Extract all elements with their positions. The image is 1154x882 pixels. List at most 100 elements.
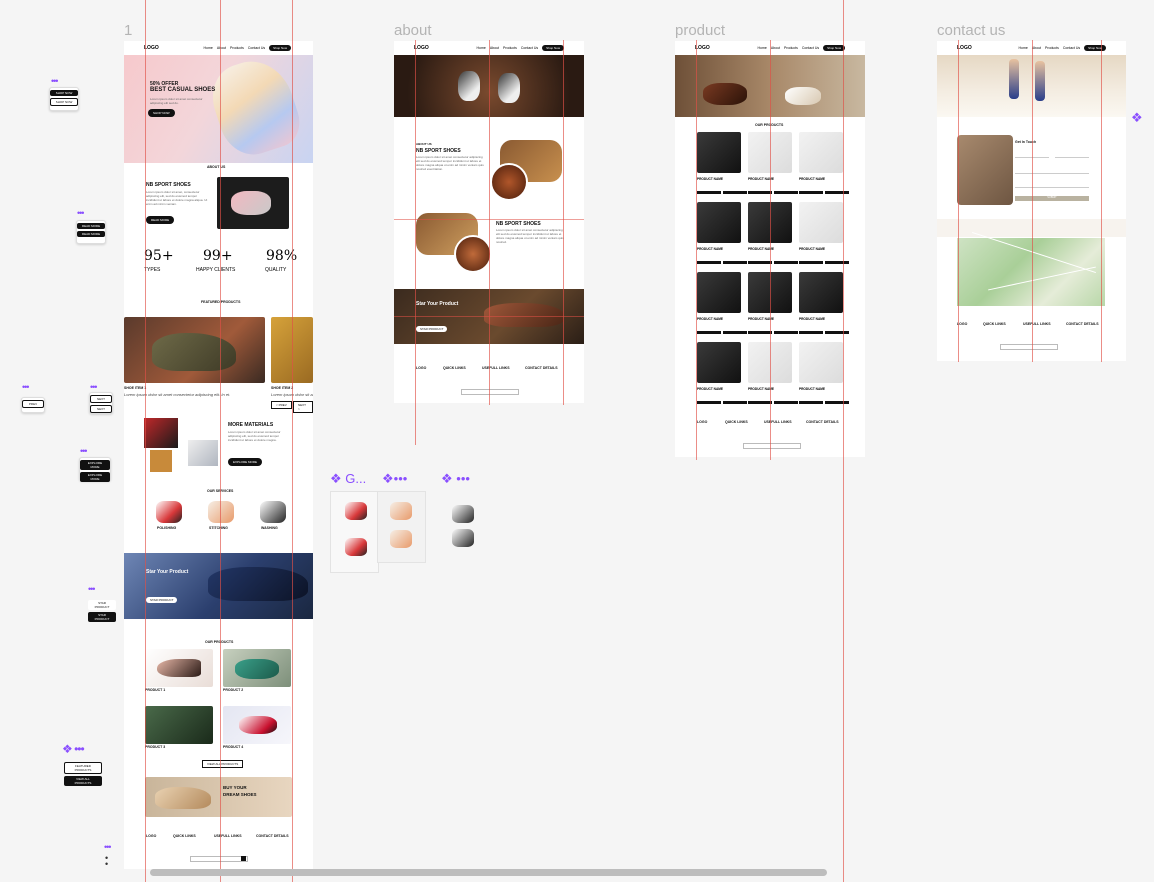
add-to-cart-button[interactable]: [697, 191, 721, 194]
component-explore-alt[interactable]: EXPLORE MORE: [80, 472, 110, 482]
add-to-cart-button[interactable]: [748, 331, 772, 334]
home-frame[interactable]: LOGO Home About Products Contact Us Shop…: [124, 41, 313, 869]
component-next-btn[interactable]: NEXT: [90, 395, 112, 403]
add-to-cart-button[interactable]: [697, 401, 721, 404]
product-card-buttons[interactable]: [748, 261, 798, 264]
add-to-cart-button[interactable]: [748, 191, 772, 194]
contact-nav-link-about[interactable]: About: [1032, 46, 1041, 50]
frame-label-contact[interactable]: contact us: [937, 22, 1005, 39]
component-star-product[interactable]: STAR PRODUCT STAR PRODUCT: [88, 598, 116, 624]
product-footer-newsletter[interactable]: [743, 443, 801, 449]
component-group-icon[interactable]: ❖•••: [382, 471, 407, 487]
about-nav-cta[interactable]: Shop Now: [542, 45, 564, 51]
add-to-cart-button[interactable]: [748, 401, 772, 404]
contact-map[interactable]: [957, 231, 1105, 306]
nav-cta-button[interactable]: Shop Now: [269, 45, 291, 51]
buy-now-button[interactable]: [723, 191, 747, 194]
product-card-image[interactable]: [697, 272, 741, 313]
product-card-image[interactable]: [697, 202, 741, 243]
component-explore[interactable]: EXPLORE MORE EXPLORE MORE: [79, 457, 111, 482]
nav-link-contact[interactable]: Contact Us: [248, 46, 265, 50]
product-card-buttons[interactable]: [697, 331, 747, 334]
product-nav-link-about[interactable]: About: [771, 46, 780, 50]
component-handle-icon[interactable]: •••: [77, 208, 85, 218]
component-diamond-icon[interactable]: ❖ •••: [62, 742, 85, 756]
featured-prev-button[interactable]: < PREV: [271, 401, 292, 409]
read-more-button[interactable]: READ MORE: [146, 216, 175, 224]
about-footer-logo[interactable]: LOGO: [416, 366, 426, 370]
component-view-all[interactable]: FEATURED PRODUCTS VIEW ALL PRODUCTS: [64, 760, 102, 788]
frame-label-about[interactable]: about: [394, 22, 432, 39]
nav-link-products[interactable]: Products: [230, 46, 244, 50]
component-handle-icon[interactable]: •••: [104, 842, 112, 852]
component-view-all-btn[interactable]: VIEW ALL PRODUCTS: [64, 776, 102, 786]
footer-logo[interactable]: LOGO: [146, 834, 156, 838]
product-card-buttons[interactable]: [748, 331, 798, 334]
add-to-cart-button[interactable]: [748, 261, 772, 264]
component-shop-now[interactable]: SHOP NOW SHOP NOW: [49, 87, 79, 111]
buy-now-button[interactable]: [825, 401, 849, 404]
add-to-cart-button[interactable]: [799, 261, 823, 264]
vertical-dots-icon[interactable]: • •: [105, 854, 108, 869]
component-handle-icon[interactable]: •••: [90, 382, 98, 392]
buy-now-button[interactable]: [774, 401, 798, 404]
product-card-image[interactable]: [697, 342, 741, 383]
component-handle-icon[interactable]: •••: [80, 446, 88, 456]
contact-nav-cta[interactable]: Shop Now: [1084, 45, 1106, 51]
product-card-image[interactable]: [799, 342, 843, 383]
component-prev-btn[interactable]: PREV: [22, 400, 44, 408]
explore-more-button[interactable]: EXPLORE MORE: [228, 458, 263, 466]
variant-box-1[interactable]: [330, 491, 379, 573]
product-nav-link-home[interactable]: Home: [758, 46, 767, 50]
contact-footer-newsletter[interactable]: [1000, 344, 1058, 350]
featured-next-button[interactable]: NEXT >: [293, 401, 313, 413]
about-nav-link-products[interactable]: Products: [503, 46, 517, 50]
component-shop-now-alt[interactable]: SHOP NOW: [50, 98, 78, 106]
component-star-alt[interactable]: STAR PRODUCT: [88, 612, 116, 622]
buy-now-button[interactable]: [723, 331, 747, 334]
contact-nav-link-home[interactable]: Home: [1019, 46, 1028, 50]
about-star-button[interactable]: STAR PRODUCT: [416, 326, 448, 332]
component-diamond-icon[interactable]: ❖: [1131, 110, 1143, 126]
product-footer-logo[interactable]: LOGO: [697, 420, 707, 424]
about-footer-newsletter[interactable]: [461, 389, 519, 395]
horizontal-scrollbar[interactable]: [150, 869, 827, 876]
nav-logo[interactable]: LOGO: [144, 45, 159, 51]
add-to-cart-button[interactable]: [697, 331, 721, 334]
product-card-buttons[interactable]: [799, 331, 849, 334]
variant-box-2[interactable]: [377, 491, 426, 563]
component-read-more[interactable]: READ MORE READ MORE: [76, 220, 106, 244]
buy-now-button[interactable]: [774, 191, 798, 194]
component-next-alt[interactable]: NEXT: [90, 405, 112, 413]
product-nav-link-contact[interactable]: Contact Us: [802, 46, 819, 50]
frame-label-home[interactable]: 1: [124, 22, 132, 39]
about-nav-logo[interactable]: LOGO: [414, 45, 429, 51]
contact-email-field[interactable]: [1055, 157, 1089, 158]
product-nav-link-products[interactable]: Products: [784, 46, 798, 50]
component-handle-icon[interactable]: •••: [51, 76, 59, 86]
nav-link-home[interactable]: Home: [204, 46, 213, 50]
product-card-image[interactable]: [697, 132, 741, 173]
product-card-buttons[interactable]: [697, 261, 747, 264]
buy-now-button[interactable]: [825, 191, 849, 194]
component-featured-btn[interactable]: FEATURED PRODUCTS: [64, 762, 102, 774]
contact-nav-link-contact[interactable]: Contact Us: [1063, 46, 1080, 50]
buy-now-button[interactable]: [774, 331, 798, 334]
buy-now-button[interactable]: [723, 401, 747, 404]
add-to-cart-button[interactable]: [799, 401, 823, 404]
product-card-buttons[interactable]: [748, 191, 798, 194]
component-read-more-alt[interactable]: READ MORE: [77, 231, 105, 237]
star-product-button[interactable]: STAR PRODUCT: [146, 597, 178, 603]
product-card-image[interactable]: [799, 132, 843, 173]
about-nav-link-home[interactable]: Home: [477, 46, 486, 50]
product-card-buttons[interactable]: [697, 401, 747, 404]
add-to-cart-button[interactable]: [697, 261, 721, 264]
add-to-cart-button[interactable]: [799, 331, 823, 334]
buy-now-button[interactable]: [825, 331, 849, 334]
product-card-image[interactable]: [799, 272, 843, 313]
product-card-buttons[interactable]: [799, 261, 849, 264]
component-star-btn[interactable]: STAR PRODUCT: [88, 600, 116, 610]
product-card-buttons[interactable]: [697, 191, 747, 194]
contact-nav-link-products[interactable]: Products: [1045, 46, 1059, 50]
footer-send-button[interactable]: [241, 856, 246, 861]
